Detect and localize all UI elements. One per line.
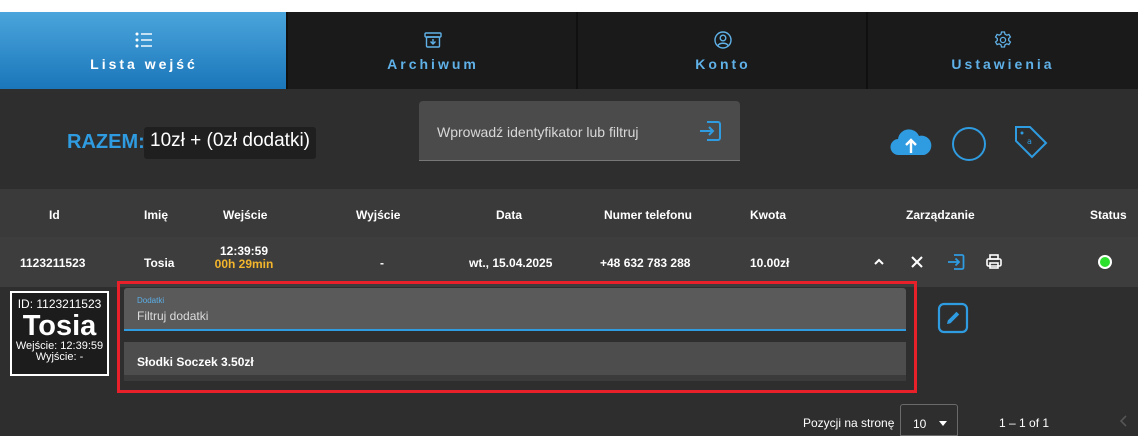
row-amount: 10.00zł <box>750 256 790 270</box>
tab-archiwum[interactable]: Archiwum <box>288 12 578 89</box>
header-id[interactable]: Id <box>49 208 60 222</box>
circle-icon[interactable] <box>952 127 986 161</box>
header-date[interactable]: Data <box>496 208 522 222</box>
tab-label: Lista wejść <box>90 55 198 72</box>
top-navigation: Lista wejść Archiwum Konto Ustawienia <box>0 12 1138 89</box>
header-management: Zarządzanie <box>906 208 975 222</box>
row-phone: +48 632 783 288 <box>600 256 691 270</box>
edit-icon[interactable] <box>937 302 969 334</box>
list-icon <box>135 32 152 47</box>
chevron-left-icon[interactable] <box>1120 415 1128 427</box>
search-input[interactable]: Wprowadź identyfikator lub filtruj <box>419 101 740 161</box>
tab-ustawienia[interactable]: Ustawienia <box>868 12 1138 89</box>
row-id: 1123211523 <box>20 256 86 270</box>
header-name[interactable]: Imię <box>144 208 168 222</box>
row-entry: 12:39:59 00h 29min <box>213 245 275 271</box>
header-phone[interactable]: Numer telefonu <box>604 208 692 222</box>
print-icon[interactable] <box>984 252 1004 272</box>
account-icon <box>714 30 732 49</box>
row-detail-panel: ID: 1123211523 Tosia Wejście: 12:39:59 W… <box>0 281 1138 401</box>
archive-icon <box>424 31 442 48</box>
id-card-name: Tosia <box>22 310 97 342</box>
row-exit: - <box>380 256 384 270</box>
gear-icon <box>994 30 1012 48</box>
pagination-bar: Pozycji na stronę 10 1 – 1 of 1 <box>0 401 1138 436</box>
chevron-up-icon[interactable] <box>869 252 889 272</box>
summary-bar: RAZEM: 10zł + (0zł dodatki) Wprowadź ide… <box>0 89 1138 189</box>
row-entry-duration: 00h 29min <box>214 257 274 271</box>
enter-icon[interactable] <box>698 120 722 142</box>
per-page-label: Pozycji na stronę <box>803 416 895 430</box>
enter-icon[interactable] <box>946 252 966 272</box>
tab-lista-wejsc[interactable]: Lista wejść <box>0 12 288 89</box>
tab-label: Archiwum <box>387 55 479 72</box>
tab-konto[interactable]: Konto <box>578 12 868 89</box>
header-status[interactable]: Status <box>1090 208 1127 222</box>
cloud-upload-icon[interactable] <box>889 125 933 159</box>
search-placeholder: Wprowadź identyfikator lub filtruj <box>437 124 639 140</box>
svg-text:a: a <box>1027 137 1032 146</box>
row-name: Tosia <box>144 256 175 270</box>
close-icon[interactable] <box>907 252 927 272</box>
tab-label: Ustawienia <box>951 55 1055 72</box>
total-value: 10zł + (0zł dodatki) <box>144 127 316 159</box>
page-range: 1 – 1 of 1 <box>999 416 1050 430</box>
row-date: wt., 15.04.2025 <box>469 256 553 270</box>
table-header: Id Imię Wejście Wyjście Data Numer telef… <box>0 189 1138 237</box>
id-card-id: ID: 1123211523 <box>17 297 102 311</box>
status-indicator <box>1098 255 1112 269</box>
tag-icon[interactable]: a <box>1012 123 1050 161</box>
header-exit[interactable]: Wyjście <box>356 208 400 222</box>
header-amount[interactable]: Kwota <box>750 208 786 222</box>
table-row[interactable]: 1123211523 Tosia 12:39:59 00h 29min - wt… <box>0 237 1138 287</box>
tab-label: Konto <box>695 55 751 72</box>
id-card-exit: Wyjście: - <box>35 351 84 363</box>
highlight-box <box>117 281 917 393</box>
per-page-value: 10 <box>913 417 927 431</box>
dropdown-arrow-icon <box>939 421 947 426</box>
id-card: ID: 1123211523 Tosia Wejście: 12:39:59 W… <box>10 291 109 376</box>
total-label: RAZEM: <box>67 131 145 153</box>
header-entry[interactable]: Wejście <box>223 208 267 222</box>
per-page-select[interactable]: 10 <box>900 404 958 436</box>
